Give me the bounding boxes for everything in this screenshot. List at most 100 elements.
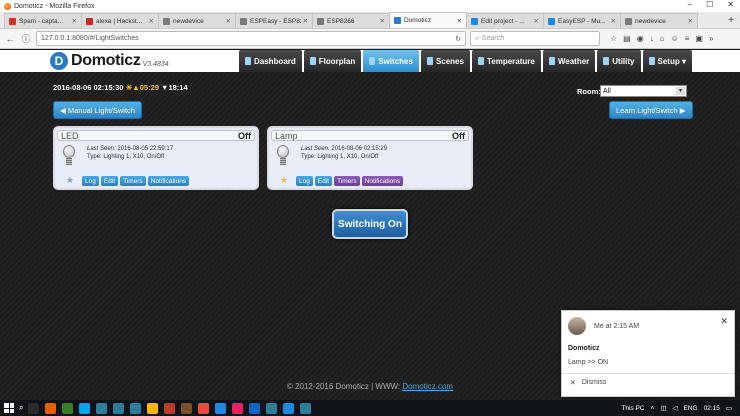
close-tab-icon[interactable]: ✕ [534,17,539,25]
taskbar-app-icon[interactable] [266,402,278,414]
windows-start-icon[interactable] [4,403,14,413]
nav-bar: ← ⓘ 127.0.0.1:8080/#/LightSwitches ↻ ⌕ S… [0,29,740,49]
device-edit-button[interactable]: Edit [314,176,333,186]
search-input[interactable]: ⌕ Search [470,31,600,46]
lightbulb-icon[interactable] [277,145,289,167]
browser-tab[interactable]: newdevice ✕ [158,13,236,28]
volume-icon[interactable]: ◁ [672,404,677,412]
taskbar-app-icon[interactable] [79,402,91,414]
menu-item-setup[interactable]: Setup ▾ [642,50,692,72]
room-select[interactable]: All ▼ [600,85,687,97]
pocket-icon[interactable]: ◉ [637,34,644,43]
browser-tab[interactable]: EasyESP - Mu... ✕ [543,13,621,28]
taskbar-app-icon[interactable] [62,402,74,414]
taskbar-app-icon[interactable] [45,402,57,414]
taskbar-app-icon[interactable] [147,402,159,414]
menu-item-icon [603,57,610,65]
device-log-button[interactable]: Log [296,176,313,186]
back-icon[interactable]: ← [4,34,16,44]
minimize-button[interactable]: – [688,0,692,9]
device-edit-button[interactable]: Edit [100,176,119,186]
device-notifications-button[interactable]: Notifications [361,176,404,186]
menu-item-utility[interactable]: Utility [597,50,641,72]
dismiss-button[interactable]: ✕ Dismiss [570,379,606,387]
menu-icon[interactable]: ≡ [685,34,690,43]
taskbar-app-icon[interactable] [164,402,176,414]
action-center-icon[interactable]: ▭ [726,404,732,412]
device-notifications-button[interactable]: Notifications [147,176,190,186]
browser-tab[interactable]: Spam - capta... ✕ [4,13,82,28]
menu-item-switches[interactable]: Switches [363,50,419,72]
lightbulb-icon[interactable] [63,145,75,167]
info-icon[interactable]: ⓘ [20,32,32,45]
main-menu: Dashboard Floorplan Switches Scenes Temperat… [239,50,692,72]
reload-icon[interactable]: ↻ [455,35,461,43]
browser-tab[interactable]: ESP8266 ✕ [312,13,390,28]
taskbar-app-icon[interactable] [28,402,40,414]
close-tab-icon[interactable]: ✕ [380,17,385,25]
menu-item-floorplan[interactable]: Floorplan [303,50,362,72]
search-placeholder: Search [481,35,505,42]
close-icon[interactable]: ✕ [720,316,728,327]
taskbar-app-icon[interactable] [198,402,210,414]
screen-icon[interactable]: ▣ [695,34,703,43]
menu-item-weather[interactable]: Weather [542,50,596,72]
network-icon[interactable]: ◫ [660,404,666,412]
language-indicator[interactable]: ENG [683,405,697,412]
logo-text: Domoticz [71,52,141,69]
url-bar[interactable]: 127.0.0.1:8080/#/LightSwitches ↻ [36,31,466,46]
close-tab-icon[interactable]: ✕ [303,17,308,25]
tab-favicon-icon [548,17,555,25]
taskbar-app-icon[interactable] [181,402,193,414]
device-timers-button[interactable]: Timers [334,176,360,186]
overflow-icon[interactable]: » [709,34,713,43]
close-tab-icon[interactable]: ✕ [149,17,154,25]
home-icon[interactable]: ⌂ [660,34,665,43]
footer-link[interactable]: Domoticz.com [402,382,453,391]
extension-icon[interactable]: ☺ [671,34,679,43]
browser-tab[interactable]: ESPEasy - ESP8266✕ [235,13,313,28]
new-tab-button[interactable]: + [722,15,740,26]
browser-tab[interactable]: newdevice ✕ [620,13,698,28]
device-log-button[interactable]: Log [82,176,99,186]
menu-item-label: Temperature [486,56,535,66]
favorite-star-icon[interactable]: ★ [280,175,288,186]
tab-favicon-icon [240,17,247,25]
manual-switch-button[interactable]: ◀ Manual Light/Switch [53,101,142,119]
clock[interactable]: 02:15 [704,405,720,412]
search-icon[interactable]: ⌕ [19,403,23,413]
taskbar-app-icon[interactable] [300,402,312,414]
this-pc-label[interactable]: This PC [621,405,644,412]
taskbar-app-icon[interactable] [215,402,227,414]
browser-tab[interactable]: alexa | Hackst... ✕ [81,13,159,28]
chevron-up-icon[interactable]: ˄ [651,405,655,412]
tab-favicon-icon [163,17,170,25]
favorite-star-icon[interactable]: ★ [66,175,74,186]
taskbar-app-icon[interactable] [113,402,125,414]
browser-tab[interactable]: Edit project - ... ✕ [466,13,544,28]
close-tab-icon[interactable]: ✕ [611,17,616,25]
taskbar-app-icon[interactable] [249,402,261,414]
device-timers-button[interactable]: Timers [120,176,146,186]
bookmark-star-icon[interactable]: ☆ [610,34,617,43]
taskbar-app-icon[interactable] [96,402,108,414]
learn-switch-button[interactable]: Learn Light/Switch ▶ [609,101,693,119]
reading-list-icon[interactable]: ▤ [623,34,631,43]
close-tab-icon[interactable]: ✕ [457,17,462,25]
close-tab-icon[interactable]: ✕ [688,17,693,25]
menu-item-scenes[interactable]: Scenes [420,50,470,72]
close-tab-icon[interactable]: ✕ [226,17,231,25]
maximize-button[interactable]: ☐ [706,0,713,9]
download-icon[interactable]: ↓ [650,34,654,43]
domoticz-logo[interactable]: D Domoticz V3.4834 [50,52,169,70]
menu-item-temperature[interactable]: Temperature [471,50,541,72]
close-tab-icon[interactable]: ✕ [72,17,77,25]
taskbar-app-icon[interactable] [283,402,295,414]
tab-favicon-icon [317,17,324,25]
close-window-button[interactable]: ✕ [727,0,734,9]
menu-item-dashboard[interactable]: Dashboard [239,50,302,72]
browser-tab[interactable]: Domoticz ✕ [389,12,467,28]
taskbar-app-icon[interactable] [232,402,244,414]
taskbar-app-icon[interactable] [130,402,142,414]
version-text: V3.4834 [142,60,169,68]
